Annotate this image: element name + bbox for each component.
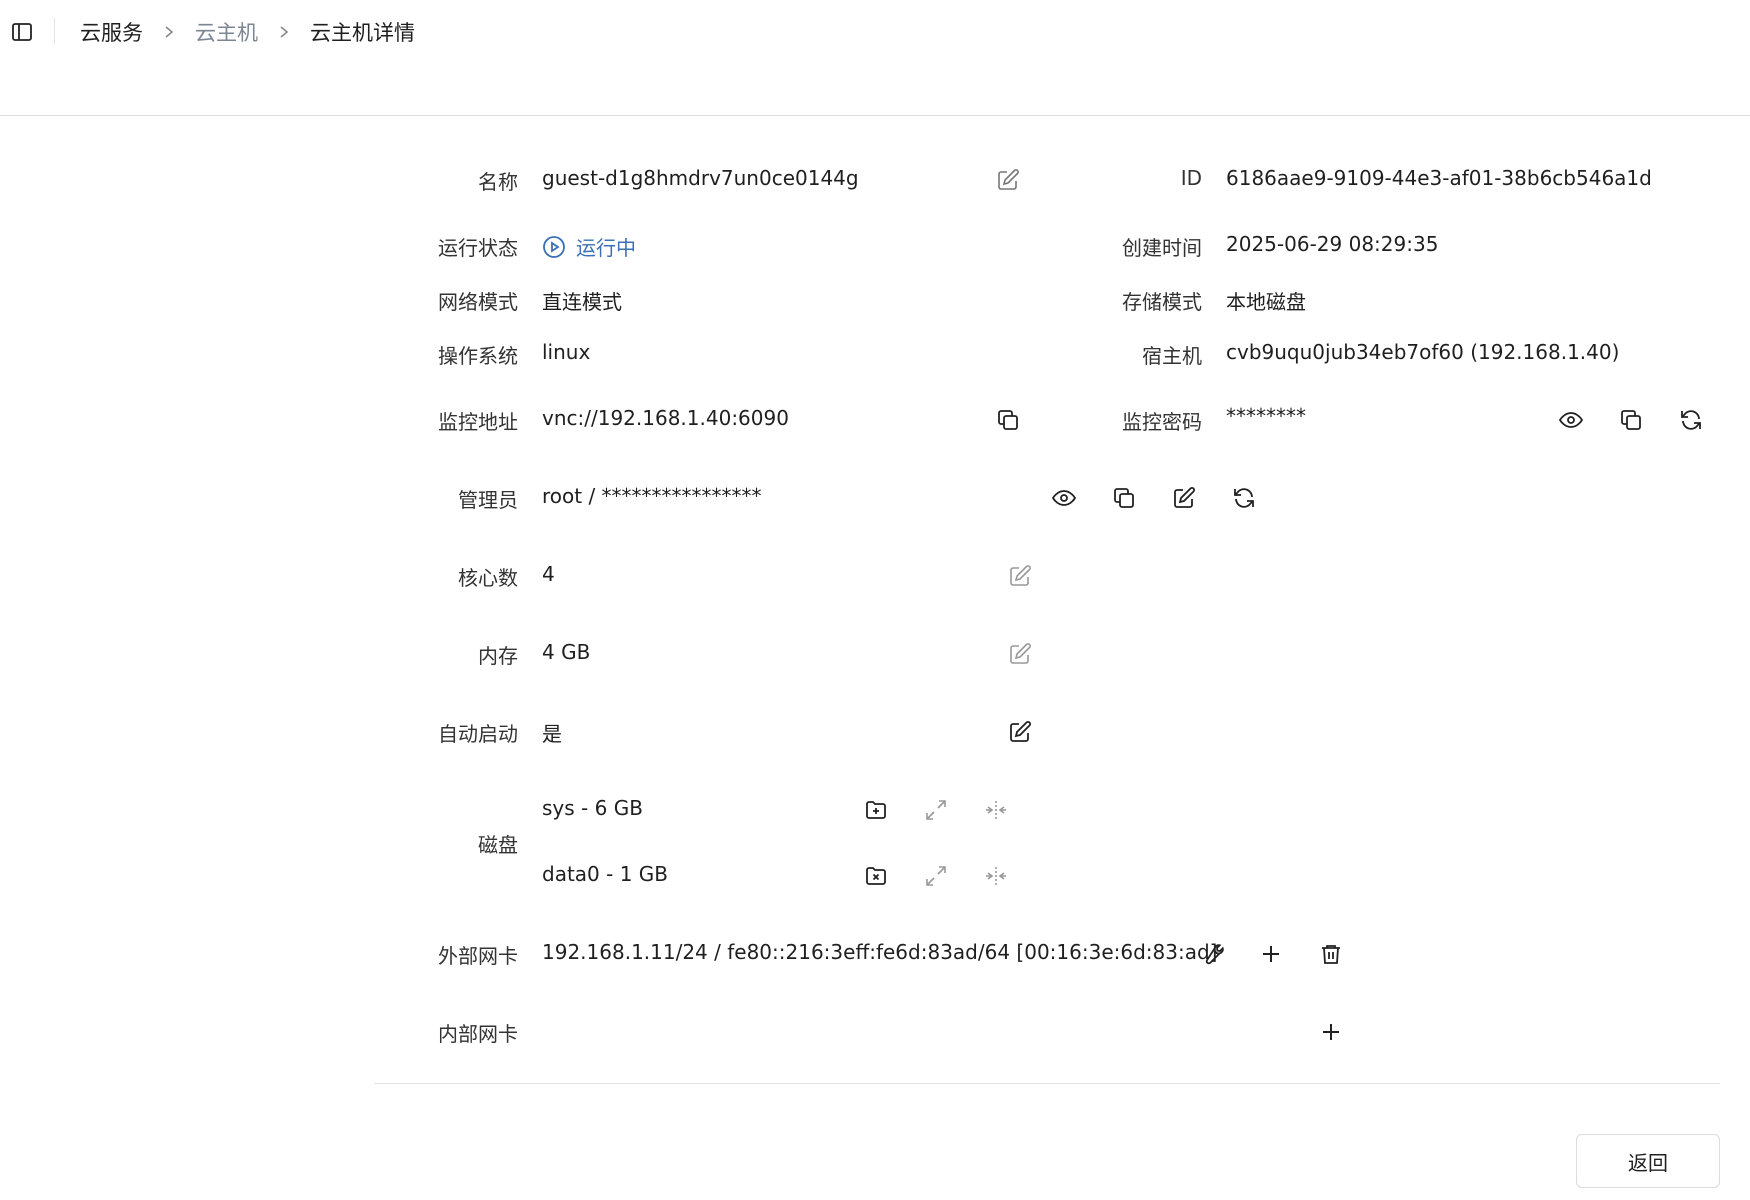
os-value: linux	[542, 340, 591, 364]
breadcrumb-current-page: 云主机详情	[310, 21, 415, 45]
trash-icon	[1322, 945, 1340, 964]
chevron-right-icon	[155, 21, 183, 43]
delete-external-nic-button[interactable]	[1317, 940, 1345, 968]
name-value: guest-d1g8hmdrv7un0ce0144g	[542, 166, 859, 190]
eye-icon	[1051, 490, 1077, 506]
edit-cores-button[interactable]	[1006, 562, 1034, 590]
disk-item-sys: sys - 6 GB	[542, 796, 643, 820]
external-nic-label: 外部网卡	[438, 944, 518, 968]
cores-label: 核心数	[458, 566, 518, 590]
internal-nic-label: 内部网卡	[438, 1022, 518, 1046]
run-status-label: 运行状态	[438, 236, 518, 260]
chevron-right-icon	[270, 21, 298, 43]
copy-icon	[1621, 410, 1641, 430]
refresh-icon	[1681, 410, 1701, 430]
memory-value: 4 GB	[542, 640, 591, 664]
shrink-disk-data0-button[interactable]	[982, 862, 1010, 890]
id-label: ID	[1180, 166, 1202, 190]
back-button[interactable]: 返回	[1576, 1134, 1720, 1188]
disks-label: 磁盘	[478, 833, 518, 857]
name-label: 名称	[478, 170, 518, 194]
refresh-icon	[1234, 488, 1254, 508]
network-mode-label: 网络模式	[438, 290, 518, 314]
expand-icon	[926, 866, 946, 886]
edit-icon	[1010, 565, 1031, 586]
expand-icon	[926, 800, 946, 820]
eye-icon	[1558, 412, 1584, 428]
host-value: cvb9uqu0jub34eb7of60 (192.168.1.40)	[1226, 340, 1620, 364]
created-at-value: 2025-06-29 08:29:35	[1226, 232, 1439, 256]
top-bar: 云服务 云主机 云主机详情	[0, 0, 1750, 116]
folder-plus-icon	[866, 801, 886, 819]
monitor-address-label: 监控地址	[438, 410, 518, 434]
refresh-monitor-password-button[interactable]	[1677, 406, 1705, 434]
show-monitor-password-button[interactable]	[1557, 406, 1585, 434]
refresh-admin-password-button[interactable]	[1230, 484, 1258, 512]
expand-disk-data0-button[interactable]	[922, 862, 950, 890]
configure-external-nic-button[interactable]	[1198, 940, 1226, 968]
bottom-divider	[374, 1083, 1720, 1084]
run-status-value: 运行中	[576, 236, 636, 260]
edit-icon	[1174, 487, 1195, 508]
edit-memory-button[interactable]	[1006, 640, 1034, 668]
breadcrumb: 云服务 云主机 云主机详情	[80, 16, 415, 48]
copy-icon	[1114, 488, 1134, 508]
os-label: 操作系统	[438, 344, 518, 368]
monitor-address-value: vnc://192.168.1.40:6090	[542, 406, 789, 430]
monitor-password-value: ********	[1226, 404, 1306, 428]
add-disk-button[interactable]	[862, 796, 890, 824]
add-external-nic-button[interactable]	[1257, 940, 1285, 968]
wrench-icon	[1205, 944, 1224, 965]
admin-value: root / ****************	[542, 484, 762, 508]
admin-label: 管理员	[458, 488, 518, 512]
autostart-value: 是	[542, 722, 562, 746]
cores-value: 4	[542, 562, 555, 586]
network-mode-value: 直连模式	[542, 290, 622, 314]
remove-disk-button[interactable]	[862, 862, 890, 890]
host-label: 宿主机	[1142, 344, 1202, 368]
id-value: 6186aae9-9109-44e3-af01-38b6cb546a1d	[1226, 166, 1652, 190]
plus-icon	[1323, 1024, 1339, 1040]
folder-x-icon	[866, 867, 886, 885]
copy-admin-password-button[interactable]	[1110, 484, 1138, 512]
status-badge: 运行中	[542, 232, 636, 261]
storage-mode-label: 存储模式	[1122, 290, 1202, 314]
edit-icon	[1010, 721, 1031, 742]
shrink-icon	[986, 801, 1006, 819]
play-circle-icon	[542, 235, 566, 259]
storage-mode-value: 本地磁盘	[1226, 290, 1306, 314]
shrink-icon	[986, 867, 1006, 885]
created-at-label: 创建时间	[1122, 236, 1202, 260]
breadcrumb-cloud-service[interactable]: 云服务	[80, 17, 143, 47]
show-admin-password-button[interactable]	[1050, 484, 1078, 512]
copy-monitor-password-button[interactable]	[1617, 406, 1645, 434]
breadcrumb-cloud-host[interactable]: 云主机	[195, 17, 258, 47]
external-nic-value: 192.168.1.11/24 / fe80::216:3eff:fe6d:83…	[542, 940, 1218, 964]
plus-icon	[1263, 946, 1279, 962]
sidebar-toggle-icon	[12, 23, 32, 41]
monitor-password-label: 监控密码	[1122, 410, 1202, 434]
topbar-divider	[54, 18, 55, 44]
autostart-label: 自动启动	[438, 722, 518, 746]
disk-item-data0: data0 - 1 GB	[542, 862, 669, 886]
edit-admin-password-button[interactable]	[1170, 484, 1198, 512]
edit-autostart-button[interactable]	[1006, 718, 1034, 746]
expand-disk-sys-button[interactable]	[922, 796, 950, 824]
shrink-disk-sys-button[interactable]	[982, 796, 1010, 824]
memory-label: 内存	[478, 644, 518, 668]
sidebar-toggle-button[interactable]	[8, 18, 36, 46]
edit-icon	[1010, 643, 1031, 664]
add-internal-nic-button[interactable]	[1317, 1018, 1345, 1046]
